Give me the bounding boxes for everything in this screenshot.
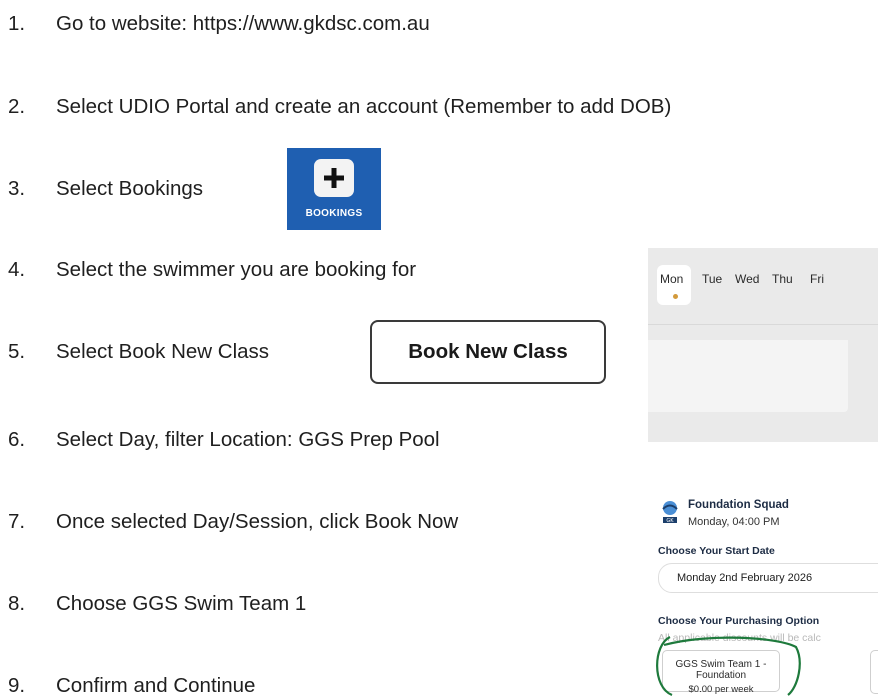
- step-3: 3. Select Bookings: [8, 177, 203, 201]
- step-7: 7. Once selected Day/Session, click Book…: [8, 510, 458, 534]
- step-text: Once selected Day/Session, click Book No…: [56, 510, 459, 533]
- step-number: 3.: [8, 177, 26, 200]
- step-text: Go to website: https://www.gkdsc.com.au: [56, 12, 430, 35]
- step-number: 2.: [8, 95, 26, 118]
- step-1: 1. Go to website: https://www.gkdsc.com.…: [8, 12, 430, 36]
- step-text: Select Day, filter Location: GGS Prep Po…: [56, 428, 440, 451]
- day-tab-wed[interactable]: Wed: [735, 272, 759, 286]
- step-text: Select Bookings: [56, 177, 204, 200]
- step-number: 6.: [8, 428, 26, 451]
- day-tab-thu[interactable]: Thu: [772, 272, 793, 286]
- step-text: Select the swimmer you are booking for: [56, 258, 417, 281]
- day-tab-tue[interactable]: Tue: [702, 272, 722, 286]
- bookings-caption: BOOKINGS: [305, 208, 363, 219]
- step-number: 9.: [8, 674, 26, 697]
- highlight-circle: [656, 636, 801, 697]
- day-tab-mon[interactable]: Mon: [660, 272, 683, 286]
- step-number: 4.: [8, 258, 26, 281]
- divider: [648, 324, 878, 325]
- step-6: 6. Select Day, filter Location: GGS Prep…: [8, 428, 440, 452]
- session-card-placeholder: [648, 340, 848, 412]
- book-new-class-button[interactable]: Book New Class: [370, 320, 606, 384]
- day-selector-screenshot: Mon Tue Wed Thu Fri: [648, 248, 878, 442]
- step-number: 1.: [8, 12, 26, 35]
- bookings-button[interactable]: BOOKINGS: [287, 148, 381, 230]
- step-4: 4. Select the swimmer you are booking fo…: [8, 258, 416, 282]
- step-text: Choose GGS Swim Team 1: [56, 592, 307, 615]
- step-number: 5.: [8, 340, 26, 363]
- step-5: 5. Select Book New Class: [8, 340, 269, 364]
- selected-day-dot: [673, 294, 678, 299]
- step-2: 2. Select UDIO Portal and create an acco…: [8, 95, 671, 119]
- step-8: 8. Choose GGS Swim Team 1: [8, 592, 306, 616]
- squad-booking-screenshot: GK Foundation Squad Monday, 04:00 PM Cho…: [648, 487, 878, 697]
- step-text: Select UDIO Portal and create an account…: [56, 95, 672, 118]
- step-number: 8.: [8, 592, 26, 615]
- step-number: 7.: [8, 510, 26, 533]
- step-9: 9. Confirm and Continue: [8, 674, 255, 698]
- day-tab-fri[interactable]: Fri: [810, 272, 824, 286]
- step-text: Select Book New Class: [56, 340, 270, 363]
- step-text: Confirm and Continue: [56, 674, 256, 697]
- plus-icon: [314, 159, 354, 197]
